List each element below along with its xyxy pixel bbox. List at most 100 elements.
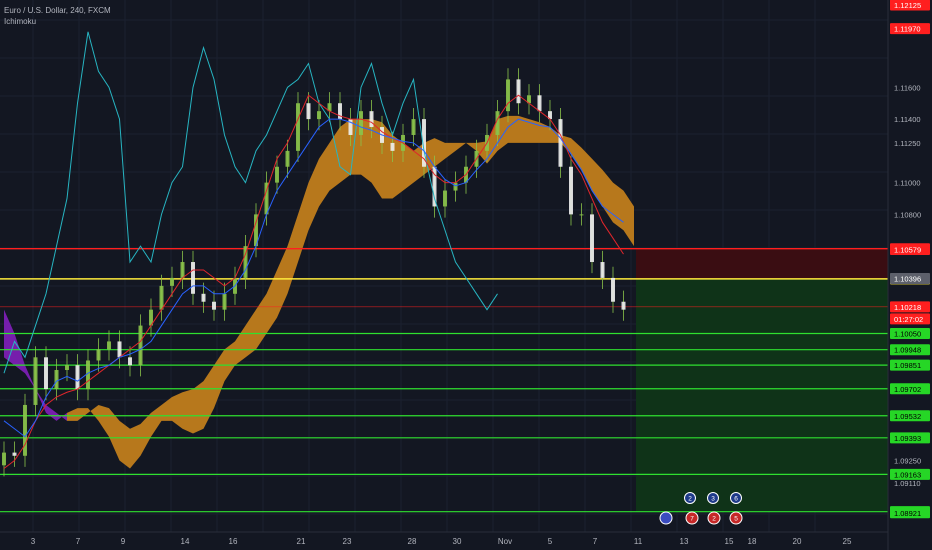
event-count: 7 [690,516,694,523]
price-tick-label: 1.11250 [894,139,921,148]
price-tick-label: 1.09250 [894,457,921,466]
candle-body [516,79,521,104]
price-tick-label: 1.10579 [894,245,921,254]
time-tick-label: 14 [181,537,190,546]
time-tick-label: 21 [297,537,306,546]
economic-event-badge[interactable]: 2 [684,492,696,504]
candle-body [191,262,195,294]
symbol-title: Euro / U.S. Dollar, 240, FXCM [4,6,111,15]
time-tick-label: 7 [76,537,81,546]
candle-body [306,103,311,120]
economic-event-badge[interactable] [659,511,673,525]
time-tick-label: 30 [453,537,462,546]
candle-body [621,301,626,310]
price-tick-label: 1.11400 [894,115,921,124]
event-count: 3 [711,496,715,503]
candle-body [138,325,143,366]
event-count: 6 [734,496,738,503]
time-tick-label: 28 [408,537,417,546]
candle-body [590,214,594,263]
candle-body [453,182,458,191]
price-tick-label: 1.09851 [894,361,921,370]
time-tick-label: 5 [548,537,553,546]
price-tick-label: 1.12125 [894,1,921,10]
candle-body [569,166,573,215]
candle-body [212,301,216,310]
candle-body [359,111,363,135]
candle-body [285,150,290,167]
candle-body [443,190,447,207]
price-tick-label: 1.10396 [894,275,921,284]
candle-body [296,103,300,151]
candle-body [44,357,48,390]
time-tick-label: 3 [31,537,36,546]
economic-event-badge[interactable]: 3 [707,492,719,504]
price-tick-label: 1.10800 [894,210,921,219]
time-tick-label: 23 [343,537,352,546]
candle-body [159,285,164,310]
candle-body [369,111,374,128]
indicator-name: Ichimoku [4,17,37,26]
price-tick-label: 1.09110 [894,479,921,488]
time-tick-label: 7 [593,537,598,546]
candle-body [75,365,80,390]
time-tick-label: 9 [121,537,126,546]
economic-event-badge[interactable]: 6 [730,492,742,504]
chart-legend: Euro / U.S. Dollar, 240, FXCM Ichimoku [4,5,111,27]
time-tick-label: 18 [748,537,757,546]
candle-body [65,365,69,371]
candle-body [12,452,17,456]
chart-window: 1.12125 1.11970 1.11600 1.11400 1.11250 1.110… [0,0,932,550]
candle-body [2,452,6,466]
price-tick-label: 1.08921 [894,509,921,518]
candle-body [33,357,38,405]
price-tick-label: 1.11970 [894,25,921,34]
price-tick-label: 1.10050 [894,329,921,338]
economic-event-badge[interactable]: 7 [685,511,699,525]
price-tick-label: 1.10218 [894,303,921,312]
price-tick-label: 1.11600 [894,83,921,92]
price-tick-label: 1.09532 [894,412,921,421]
price-chart[interactable]: 1.12125 1.11970 1.11600 1.11400 1.11250 1.110… [0,0,932,550]
time-tick-label: Nov [498,537,512,546]
candle-body [390,142,395,151]
candle-body [201,293,206,302]
time-tick-label: 13 [680,537,689,546]
candle-body [579,214,584,216]
candle-body [600,262,605,278]
candle-body [107,341,111,350]
time-tick-label: 15 [725,537,734,546]
event-count: 2 [712,516,716,523]
price-tick-label: 1.09948 [894,346,921,355]
candle-body [170,277,174,286]
economic-event-badge[interactable]: 2 [707,511,721,525]
candle-body [117,341,122,358]
candle-body [23,404,27,456]
time-tick-label: 16 [229,537,238,546]
stop-loss-zone [636,248,888,279]
time-tick-label: 11 [634,537,643,546]
candle-body [411,119,416,135]
candle-body [128,357,132,366]
eu-flag-icon [659,511,673,525]
candle-body [54,370,59,390]
price-tick-label: 1.09393 [894,434,921,443]
candle-body [537,95,542,112]
take-profit-zone [636,278,888,512]
price-tick-label: 1.09702 [894,385,921,394]
time-tick-label: 25 [843,537,852,546]
candle-body [96,349,101,361]
candle-body [506,79,510,112]
candle-body [558,119,563,167]
price-tick-label: 1.11000 [894,179,921,188]
candle-body [180,262,185,278]
candle-body [611,277,615,302]
candle-body [222,293,227,310]
time-tick-label: 20 [793,537,802,546]
event-count: 5 [734,516,738,523]
event-count: 2 [688,496,692,503]
candle-body [317,111,321,120]
price-tick-label: 01:27:02 [894,315,923,324]
economic-event-badge[interactable]: 5 [729,511,743,525]
candle-body [275,166,279,183]
